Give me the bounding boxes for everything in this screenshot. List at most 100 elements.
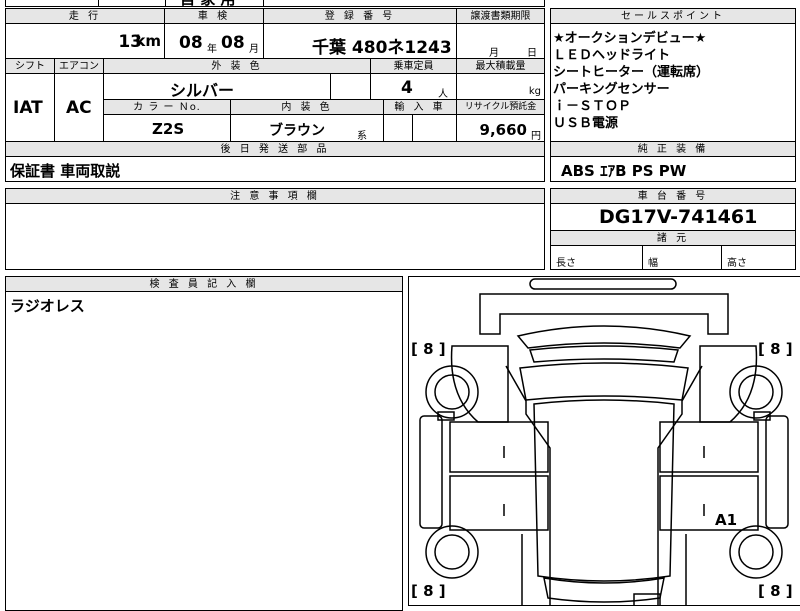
dim-width-cell: 幅 [642,245,722,270]
mileage-cell: 13 km [5,23,165,59]
mileage-header: 走 行 [5,8,165,24]
door-front-right [659,421,759,473]
colorno-header: カ ラ ー Ｎo. [103,99,231,115]
inspector-value: ラジオレス [10,297,85,315]
tire-tread-rear-right: [ 8 ] [758,582,793,600]
registration-cell: 千葉 480ネ1243 [263,23,457,59]
recycle-header: リサイクル預託金 [456,99,545,115]
interior-cell: ブラウン 系 [230,114,384,142]
dim-length-cell: 長さ [550,245,643,270]
body-right [657,365,703,606]
fender-left [450,345,509,423]
aircon-value: AC [66,98,92,118]
chassis-value: DG17V-741461 [599,206,758,228]
mileage-unit: km [135,32,161,50]
shift-header: シフト [5,58,55,74]
sill-right [765,415,789,529]
exterior-header: 外 装 色 [103,58,371,74]
equipment-cell: ABS ｴｱB PS PW [550,156,796,182]
notes-header: 注 意 事 項 欄 [5,188,545,204]
sill-left [419,415,443,529]
sales-point-item: ★オークションデビュー★ [553,31,707,46]
exterior-value: シルバー [170,81,235,100]
later-parts-value: 保証書 車両取説 [10,162,121,180]
inspection-month-unit: 月 [249,44,259,55]
tire-tread-front-left: [ 8 ] [411,340,446,358]
import-cell-a [383,114,413,142]
wheel-rear-left [425,525,479,579]
sales-point-item: ＬＥＤヘッドライト [553,48,671,63]
dim-length-label: 長さ [556,258,576,269]
later-parts-header: 後 日 発 送 部 品 [5,141,545,157]
colorno-cell: Z2S [103,114,231,142]
transfer-cell: 月 日 [456,23,545,59]
sales-point-item: ｉ－ＳＴＯＰ [553,99,632,114]
maxload-header: 最大積載量 [456,58,545,74]
shift-cell: IAT [5,73,55,142]
interior-header: 内 装 色 [230,99,384,115]
exterior-extra-cell [330,73,371,100]
wheel-rear-left-inner [434,534,470,570]
hood-inner [528,345,680,363]
interior-value: ブラウン [269,123,325,139]
equipment-header: 純 正 装 備 [550,141,796,157]
inspector-cell: ラジオレス [5,291,403,611]
wheel-front-right-inner [738,374,774,410]
wheel-rear-right-inner [738,534,774,570]
inspection-month: 08 [221,33,245,53]
inspection-header: 車 検 [164,8,264,24]
wheel-front-left-inner [434,374,470,410]
aircon-header: エアコン [54,58,104,74]
chassis-header: 車 台 番 号 [550,188,796,204]
dim-width-label: 幅 [648,258,658,269]
wheel-rear-right [729,525,783,579]
transfer-header: 譲渡書類期限 [456,8,545,24]
transfer-day-unit: 日 [527,48,537,59]
dim-height-cell: 高さ [721,245,796,270]
damage-mark: A1 [715,511,738,529]
recycle-cell: 9,660 円 [456,114,545,142]
sales-point-item: シートヒーター（運転席） [553,65,710,80]
tire-tread-rear-left: [ 8 ] [411,582,446,600]
registration-value: 千葉 480ネ1243 [312,38,452,58]
maxload-cell: kg [456,73,545,100]
capacity-value: 4 [401,78,413,98]
fender-right [699,345,758,423]
inspection-year: 08 [179,33,203,53]
roof [533,399,675,582]
sales-points-cell: ★オークションデビュー★ ＬＥＤヘッドライトシートヒーター（運転席） パーキングセン… [550,23,796,142]
recycle-unit: 円 [531,131,541,142]
sales-points-list: ★オークションデビュー★ ＬＥＤヘッドライトシートヒーター（運転席） パーキングセン… [553,30,709,132]
dimensions-header: 諸 元 [550,230,796,246]
door-rear-right [659,475,759,531]
shift-value: IAT [13,98,43,118]
later-parts-cell: 保証書 車両取説 [5,156,545,182]
windshield [519,362,689,401]
car-diagram-svg [419,278,789,606]
equipment-value: ABS ｴｱB PS PW [561,162,687,180]
tire-tread-front-right: [ 8 ] [758,340,793,358]
recycle-value: 9,660 [479,121,527,139]
front-bumper-top [529,278,677,290]
top-strip-divider [98,0,99,7]
capacity-cell: 4 人 [370,73,457,100]
chassis-cell: DG17V-741461 [550,203,796,231]
maxload-unit: kg [528,86,541,97]
dim-height-label: 高さ [727,258,747,269]
sales-points-header: セールスポイント [550,8,796,24]
inspector-header: 検 査 員 記 入 欄 [5,276,403,292]
import-header: 輸 入 車 [383,99,457,115]
inspection-year-unit: 年 [207,44,217,55]
notes-cell [5,203,545,270]
car-diagram: [ 8 ] [ 8 ] [ 8 ] [ 8 ] A1 [408,276,800,606]
import-cell-b [412,114,457,142]
sales-point-item: ＵＳＢ電源 [553,116,619,131]
door-front-left [449,421,549,473]
registration-header: 登 録 番 号 [263,8,457,24]
inspection-cell: 08 年 08 月 [164,23,264,59]
capacity-unit: 人 [438,89,448,100]
sales-point-item: パーキングセンサー [553,82,670,97]
top-strip-divider [263,0,264,7]
front-bumper [479,293,729,335]
door-rear-left [449,475,549,531]
